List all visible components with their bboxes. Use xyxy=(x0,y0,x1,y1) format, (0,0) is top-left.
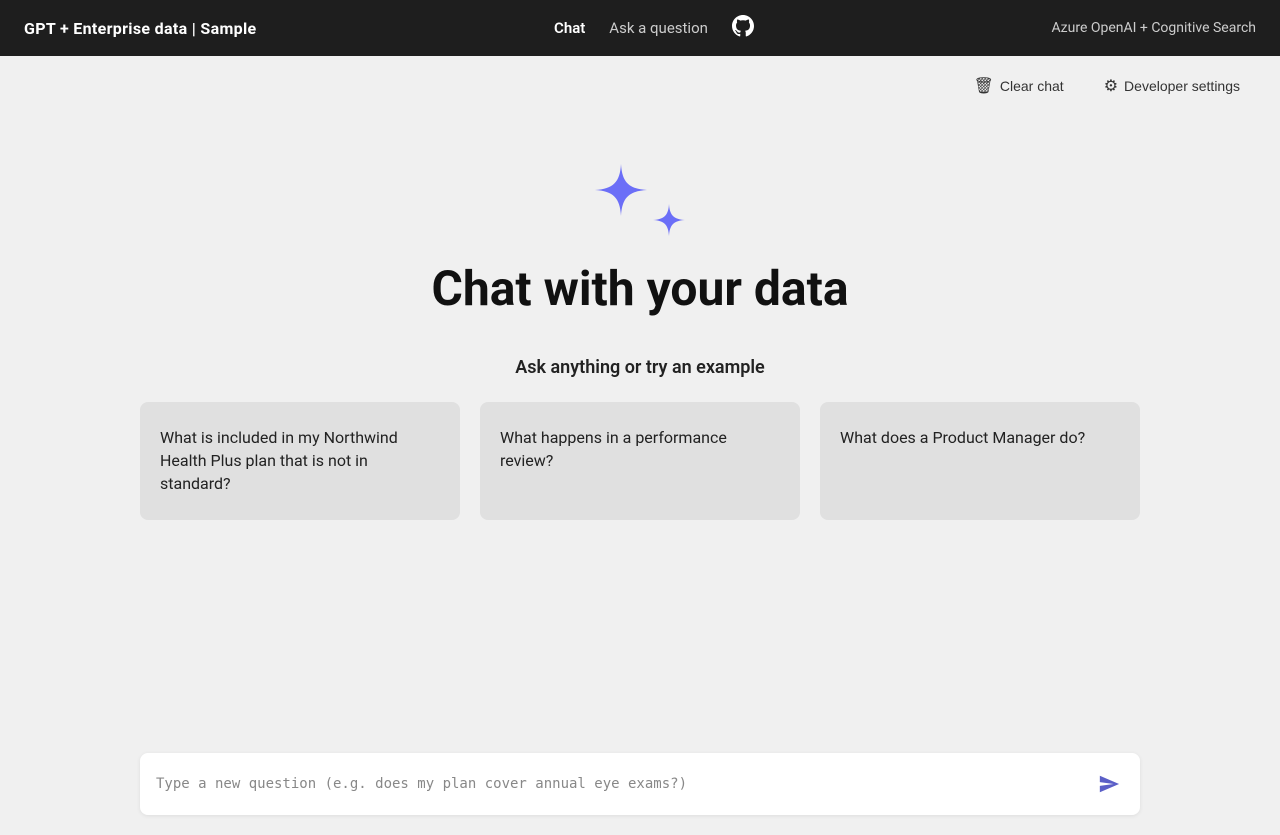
navbar-brand: GPT + Enterprise data | Sample xyxy=(24,19,256,38)
nav-ask-question[interactable]: Ask a question xyxy=(609,19,708,37)
sparkle-small-icon xyxy=(653,204,685,236)
clear-chat-button[interactable]: 🗑 Clear chat xyxy=(966,72,1072,100)
main-content: Chat with your data Ask anything or try … xyxy=(0,116,1280,835)
chat-input[interactable] xyxy=(156,776,1094,792)
developer-settings-label: Developer settings xyxy=(1124,78,1240,94)
sparkle-icon xyxy=(595,156,685,236)
navbar-right-text: Azure OpenAI + Cognitive Search xyxy=(1051,20,1256,36)
main-heading: Chat with your data xyxy=(431,260,848,317)
github-icon[interactable] xyxy=(732,15,754,42)
send-button[interactable] xyxy=(1094,769,1124,799)
sparkle-big-icon xyxy=(595,164,647,216)
clear-chat-label: Clear chat xyxy=(1000,78,1064,94)
subheading: Ask anything or try an example xyxy=(515,357,764,378)
example-card-3[interactable]: What does a Product Manager do? xyxy=(820,402,1140,520)
trash-icon: 🗑 xyxy=(974,76,994,96)
example-cards: What is included in my Northwind Health … xyxy=(140,402,1140,520)
toolbar: 🗑 Clear chat ⚙ Developer settings xyxy=(0,56,1280,116)
navbar-nav: Chat Ask a question xyxy=(554,15,754,42)
developer-settings-button[interactable]: ⚙ Developer settings xyxy=(1096,72,1248,100)
example-card-2[interactable]: What happens in a performance review? xyxy=(480,402,800,520)
gear-icon: ⚙ xyxy=(1104,76,1118,96)
nav-chat[interactable]: Chat xyxy=(554,19,585,37)
example-card-1[interactable]: What is included in my Northwind Health … xyxy=(140,402,460,520)
navbar: GPT + Enterprise data | Sample Chat Ask … xyxy=(0,0,1280,56)
chat-input-wrapper xyxy=(140,753,1140,815)
send-icon xyxy=(1098,773,1120,795)
